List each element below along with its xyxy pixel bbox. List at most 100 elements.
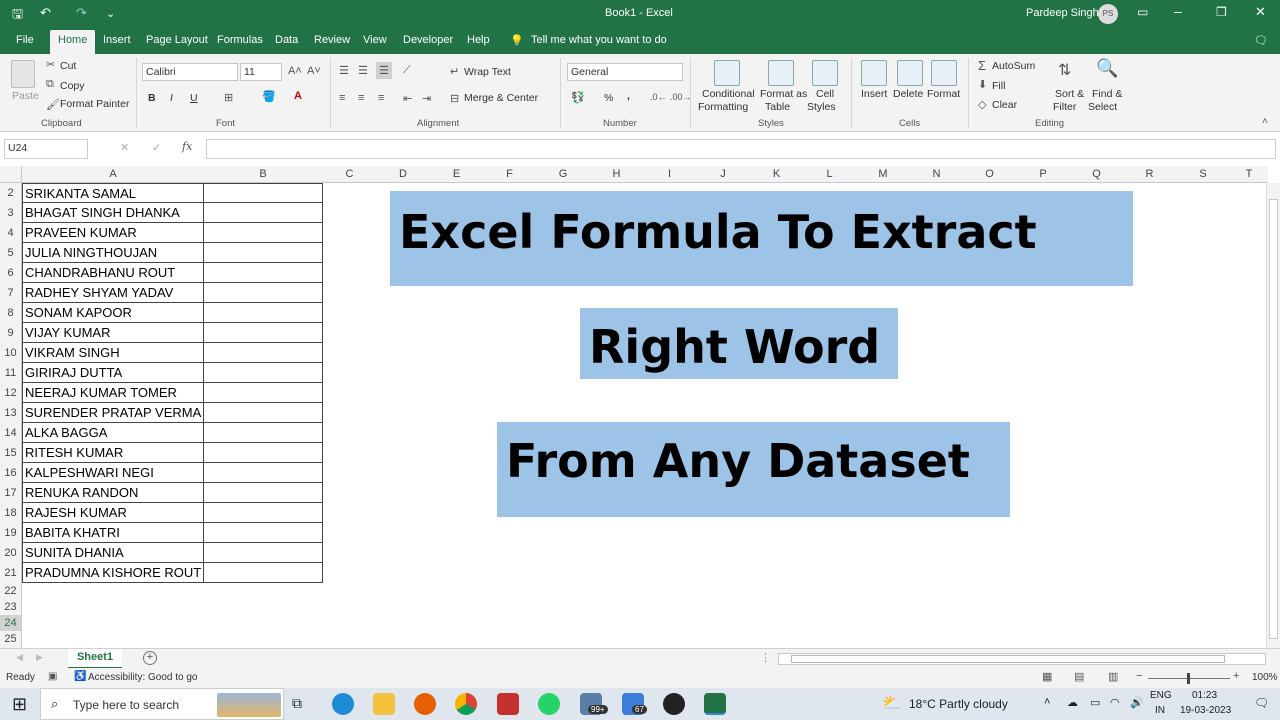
cell-a[interactable]: RITESH KUMAR bbox=[22, 443, 204, 463]
cell-a[interactable]: NEERAJ KUMAR TOMER bbox=[22, 383, 204, 403]
cell-b[interactable] bbox=[203, 523, 323, 543]
column-header[interactable]: C bbox=[323, 168, 376, 180]
tab-file[interactable]: File bbox=[16, 34, 34, 46]
vertical-scrollbar[interactable] bbox=[1266, 183, 1280, 648]
row-header[interactable]: 10 bbox=[0, 343, 22, 363]
maximize-icon[interactable]: ❐ bbox=[1216, 5, 1227, 19]
orientation-icon[interactable]: ⟋ bbox=[403, 64, 411, 77]
whatsapp-icon[interactable] bbox=[538, 693, 560, 715]
cell-a[interactable]: PRADUMNA KISHORE ROUT bbox=[22, 563, 204, 583]
find-select-label-2[interactable]: Select bbox=[1088, 101, 1117, 113]
row-header[interactable]: 25 bbox=[0, 631, 22, 648]
obs-icon[interactable] bbox=[663, 693, 685, 715]
sheet-tab-sheet1[interactable]: Sheet1 bbox=[68, 649, 122, 669]
name-box[interactable]: U24 bbox=[4, 139, 88, 159]
decrease-font-icon[interactable]: A˅ bbox=[307, 65, 321, 77]
column-header[interactable]: A bbox=[22, 168, 204, 180]
screen-recorder-icon[interactable] bbox=[497, 693, 519, 715]
column-header[interactable]: T bbox=[1230, 168, 1268, 180]
row-header[interactable]: 7 bbox=[0, 283, 22, 303]
row-header[interactable]: 21 bbox=[0, 563, 22, 583]
split-handle-icon[interactable]: ⋮ bbox=[760, 651, 771, 664]
horizontal-scrollbar[interactable] bbox=[778, 653, 1266, 665]
align-left-icon[interactable]: ≡ bbox=[339, 92, 345, 104]
cell-a[interactable]: RAJESH KUMAR bbox=[22, 503, 204, 523]
battery-icon[interactable]: ▭ bbox=[1090, 696, 1100, 709]
cell-a[interactable]: SONAM KAPOOR bbox=[22, 303, 204, 323]
fill-color-icon[interactable]: 🪣 bbox=[262, 90, 276, 103]
cell-b[interactable] bbox=[203, 283, 323, 303]
language-line-1[interactable]: ENG bbox=[1150, 690, 1172, 701]
clear-button[interactable]: Clear bbox=[992, 99, 1017, 111]
cell-styles-label-2[interactable]: Styles bbox=[807, 101, 836, 113]
cell-a[interactable]: BABITA KHATRI bbox=[22, 523, 204, 543]
file-explorer-icon[interactable] bbox=[373, 693, 395, 715]
row-header[interactable]: 17 bbox=[0, 483, 22, 503]
align-center-icon[interactable]: ≡ bbox=[358, 92, 364, 104]
wrap-text-button[interactable]: Wrap Text bbox=[464, 66, 511, 78]
redo-icon[interactable]: ↷ bbox=[76, 5, 87, 21]
tab-developer[interactable]: Developer bbox=[403, 34, 453, 46]
column-header[interactable]: M bbox=[856, 168, 910, 180]
wifi-icon[interactable]: ◠ bbox=[1110, 696, 1120, 709]
tab-page-layout[interactable]: Page Layout bbox=[146, 34, 208, 46]
column-header[interactable]: B bbox=[203, 168, 323, 180]
cell-a[interactable]: PRAVEEN KUMAR bbox=[22, 223, 204, 243]
font-color-icon[interactable]: A bbox=[294, 90, 302, 102]
increase-decimal-icon[interactable]: .0← bbox=[650, 92, 667, 102]
save-icon[interactable]: 🖫 bbox=[12, 5, 23, 27]
column-header[interactable]: Q bbox=[1070, 168, 1123, 180]
conditional-formatting-label[interactable]: Conditional bbox=[702, 88, 755, 100]
tab-help[interactable]: Help bbox=[467, 34, 490, 46]
cell-styles-label[interactable]: Cell bbox=[816, 88, 834, 100]
fill-button[interactable]: Fill bbox=[992, 80, 1005, 92]
column-header[interactable]: G bbox=[536, 168, 590, 180]
italic-button[interactable]: I bbox=[170, 92, 173, 104]
language-line-2[interactable]: IN bbox=[1155, 705, 1165, 716]
cell-a[interactable]: ALKA BAGGA bbox=[22, 423, 204, 443]
format-as-table-label-2[interactable]: Table bbox=[765, 101, 790, 113]
tab-insert[interactable]: Insert bbox=[103, 34, 131, 46]
ribbon-display-icon[interactable]: ▭ bbox=[1137, 5, 1148, 19]
insert-function-button[interactable]: fx bbox=[182, 140, 192, 153]
align-bottom-icon[interactable]: ☰ bbox=[376, 62, 392, 79]
undo-icon[interactable]: ↶ bbox=[40, 5, 51, 21]
horizontal-scroll-thumb[interactable] bbox=[791, 655, 1225, 663]
clock-date[interactable]: 19-03-2023 bbox=[1180, 705, 1231, 716]
font-name-select[interactable]: Calibri bbox=[142, 63, 238, 81]
vertical-scroll-thumb[interactable] bbox=[1269, 199, 1278, 639]
sort-filter-label[interactable]: Sort & bbox=[1055, 88, 1084, 100]
decrease-decimal-icon[interactable]: .00→ bbox=[670, 92, 692, 102]
cancel-entry-icon[interactable]: ✕ bbox=[120, 141, 129, 154]
cell-a[interactable]: BHAGAT SINGH DHANKA bbox=[22, 203, 204, 223]
prev-sheet-icon[interactable]: ◀ bbox=[16, 652, 23, 663]
cell-a[interactable]: VIKRAM SINGH bbox=[22, 343, 204, 363]
collapse-ribbon-icon[interactable]: ˄ bbox=[1262, 116, 1268, 127]
onedrive-icon[interactable]: ☁ bbox=[1067, 696, 1078, 709]
cell-b[interactable] bbox=[203, 443, 323, 463]
accessibility-icon[interactable]: ♿ bbox=[74, 671, 86, 682]
increase-font-icon[interactable]: A˄ bbox=[288, 65, 302, 77]
row-header[interactable]: 15 bbox=[0, 443, 22, 463]
cell-b[interactable] bbox=[203, 183, 323, 203]
row-header[interactable]: 12 bbox=[0, 383, 22, 403]
tell-me-search[interactable]: Tell me what you want to do bbox=[531, 34, 667, 46]
underline-button[interactable]: U bbox=[190, 92, 198, 104]
cell-b[interactable] bbox=[203, 323, 323, 343]
taskbar-search-box[interactable]: ⌕ Type here to search bbox=[40, 688, 284, 720]
row-header[interactable]: 6 bbox=[0, 263, 22, 283]
column-header[interactable]: D bbox=[376, 168, 430, 180]
zoom-slider-thumb[interactable] bbox=[1187, 673, 1190, 684]
zoom-level[interactable]: 100% bbox=[1252, 672, 1278, 683]
tab-data[interactable]: Data bbox=[275, 34, 298, 46]
increase-indent-icon[interactable]: ⇥ bbox=[422, 92, 431, 105]
row-header[interactable]: 14 bbox=[0, 423, 22, 443]
next-sheet-icon[interactable]: ▶ bbox=[36, 652, 43, 663]
cell-b[interactable] bbox=[203, 243, 323, 263]
cell-a[interactable]: SUNITA DHANIA bbox=[22, 543, 204, 563]
comma-button[interactable]: , bbox=[627, 90, 630, 102]
column-header[interactable]: O bbox=[963, 168, 1016, 180]
cell-a[interactable]: VIJAY KUMAR bbox=[22, 323, 204, 343]
row-header[interactable]: 11 bbox=[0, 363, 22, 383]
accessibility-status[interactable]: Accessibility: Good to go bbox=[88, 672, 198, 683]
